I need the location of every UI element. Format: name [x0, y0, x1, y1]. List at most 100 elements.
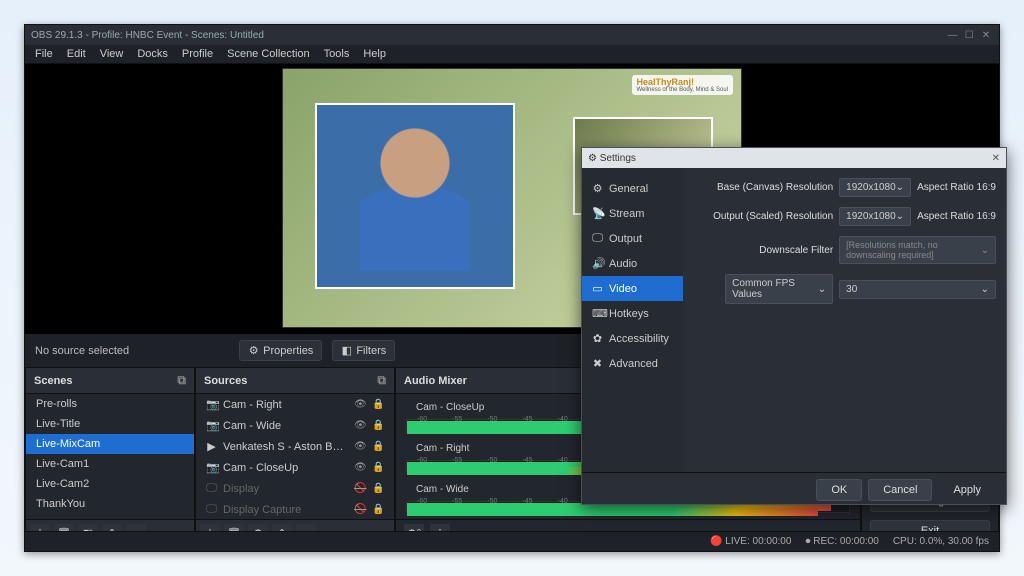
chevron-down-icon: ⌄	[981, 245, 989, 256]
source-type-icon: 🖵	[206, 503, 217, 516]
menu-docks[interactable]: Docks	[137, 48, 168, 60]
fps-value-select[interactable]: 30⌄	[839, 280, 996, 299]
accessibility-icon: ✿	[592, 332, 603, 345]
person-silhouette	[360, 121, 470, 271]
lock-icon[interactable]: 🔒	[372, 420, 384, 431]
filters-icon: ◧	[341, 344, 352, 357]
out-res-select[interactable]: 1920x1080⌄	[839, 207, 911, 226]
window-buttons: — ☐ ✕	[945, 30, 993, 41]
base-res-select[interactable]: 1920x1080⌄	[839, 178, 911, 197]
visibility-icon[interactable]: 🚫	[354, 504, 366, 515]
settings-tab-video[interactable]: ▭Video	[582, 276, 683, 301]
visibility-icon[interactable]: 🚫	[354, 483, 366, 494]
visibility-icon[interactable]: 👁	[354, 399, 366, 410]
settings-footer: OK Cancel Apply	[582, 472, 1006, 506]
source-item[interactable]: ▶Venkatesh S - Aston Ban…👁🔒	[196, 436, 394, 457]
scene-item[interactable]: Live-Cam2	[26, 474, 194, 494]
settings-tab-output[interactable]: 🖵Output	[582, 226, 683, 251]
settings-title: Settings	[600, 153, 636, 164]
base-res-label: Base (Canvas) Resolution	[693, 182, 833, 193]
settings-tab-accessibility[interactable]: ✿Accessibility	[582, 326, 683, 351]
close-icon[interactable]: ✕	[979, 30, 993, 41]
source-type-icon: 🖵	[206, 482, 217, 495]
scene-item[interactable]: Live-MixCam	[26, 434, 194, 454]
chevron-down-icon: ⌄	[896, 211, 904, 222]
scene-item[interactable]: Pre-rolls	[26, 394, 194, 414]
settings-sidebar: ⚙General📡Stream🖵Output🔊Audio▭Video⌨Hotke…	[582, 168, 683, 472]
menubar: File Edit View Docks Profile Scene Colle…	[25, 45, 999, 64]
scene-item[interactable]: Live-Cam1	[26, 454, 194, 474]
minimize-icon[interactable]: —	[945, 30, 959, 41]
source-item[interactable]: 📷Cam - Wide👁🔒	[196, 415, 394, 436]
source-name: Cam - Wide	[223, 420, 348, 432]
settings-tab-hotkeys[interactable]: ⌨Hotkeys	[582, 301, 683, 326]
scene-item[interactable]: ThankYou	[26, 494, 194, 514]
cancel-button[interactable]: Cancel	[868, 479, 932, 501]
popout-icon[interactable]: ⧉	[177, 373, 186, 388]
settings-dialog: ⚙ Settings ✕ ⚙General📡Stream🖵Output🔊Audi…	[581, 147, 1007, 505]
maximize-icon[interactable]: ☐	[962, 30, 976, 41]
scenes-list: Pre-rollsLive-TitleLive-MixCamLive-Cam1L…	[26, 394, 194, 519]
gear-icon: ⚙	[248, 344, 259, 357]
sources-title: Sources	[204, 375, 247, 387]
filters-button[interactable]: ◧Filters	[332, 340, 395, 361]
menu-view[interactable]: View	[100, 48, 124, 60]
source-name: Cam - Right	[223, 399, 348, 411]
menu-help[interactable]: Help	[363, 48, 386, 60]
settings-video-pane: Base (Canvas) Resolution 1920x1080⌄ Aspe…	[683, 168, 1006, 472]
source-item[interactable]: 🖵Display🚫🔒	[196, 478, 394, 499]
no-source-label: No source selected	[35, 345, 129, 357]
video-icon: ▭	[592, 282, 603, 295]
brand-name: HealThyRanj!	[637, 77, 729, 87]
brand-overlay: HealThyRanj! Wellness of the Body, Mind …	[632, 75, 734, 95]
output-icon: 🖵	[592, 232, 603, 245]
source-name: Cam - CloseUp	[223, 462, 348, 474]
general-icon: ⚙	[592, 182, 603, 195]
source-type-icon: 📷	[206, 398, 217, 411]
chevron-down-icon: ⌄	[896, 182, 904, 193]
status-bar: 🔴 LIVE: 00:00:00 ⏺ REC: 00:00:00 CPU: 0.…	[25, 531, 999, 551]
close-icon[interactable]: ✕	[992, 153, 1000, 164]
source-item[interactable]: 📷Cam - CloseUp👁🔒	[196, 457, 394, 478]
out-aspect: Aspect Ratio 16:9	[917, 211, 996, 222]
base-aspect: Aspect Ratio 16:9	[917, 182, 996, 193]
hotkeys-icon: ⌨	[592, 307, 603, 320]
visibility-icon[interactable]: 👁	[354, 420, 366, 431]
properties-button[interactable]: ⚙Properties	[239, 340, 322, 361]
visibility-icon[interactable]: 👁	[354, 441, 366, 452]
settings-tab-stream[interactable]: 📡Stream	[582, 201, 683, 226]
lock-icon[interactable]: 🔒	[372, 399, 384, 410]
menu-tools[interactable]: Tools	[324, 48, 350, 60]
menu-profile[interactable]: Profile	[182, 48, 213, 60]
popout-icon[interactable]: ⧉	[377, 373, 386, 388]
apply-button[interactable]: Apply	[938, 479, 996, 501]
lock-icon[interactable]: 🔒	[372, 462, 384, 473]
filter-label: Downscale Filter	[693, 245, 833, 256]
obs-main-window: OBS 29.1.3 - Profile: HNBC Event - Scene…	[24, 24, 1000, 552]
lock-icon[interactable]: 🔒	[372, 483, 384, 494]
brand-sub: Wellness of the Body, Mind & Soul	[637, 87, 729, 93]
settings-tab-advanced[interactable]: ✖Advanced	[582, 351, 683, 376]
settings-tab-general[interactable]: ⚙General	[582, 176, 683, 201]
menu-file[interactable]: File	[35, 48, 53, 60]
settings-tab-audio[interactable]: 🔊Audio	[582, 251, 683, 276]
visibility-icon[interactable]: 👁	[354, 462, 366, 473]
chevron-down-icon: ⌄	[981, 284, 989, 295]
fps-type-select[interactable]: Common FPS Values⌄	[725, 274, 833, 304]
source-type-icon: ▶	[206, 440, 217, 453]
menu-edit[interactable]: Edit	[67, 48, 86, 60]
menu-scene-collection[interactable]: Scene Collection	[227, 48, 310, 60]
scenes-panel: Scenes⧉ Pre-rollsLive-TitleLive-MixCamLi…	[25, 367, 195, 547]
scene-item[interactable]: Live-Title	[26, 414, 194, 434]
scenes-title: Scenes	[34, 375, 73, 387]
chevron-down-icon: ⌄	[818, 284, 826, 295]
stream-icon: 📡	[592, 207, 603, 220]
audio-icon: 🔊	[592, 257, 603, 270]
source-item[interactable]: 📷 Cam - Right 👁 🔒	[196, 394, 394, 415]
status-live: 🔴 LIVE: 00:00:00	[710, 536, 791, 547]
lock-icon[interactable]: 🔒	[372, 504, 384, 515]
ok-button[interactable]: OK	[816, 479, 862, 501]
sources-panel: Sources⧉ 📷Cam - Right👁🔒📷Cam - Wide👁🔒▶Ven…	[195, 367, 395, 547]
lock-icon[interactable]: 🔒	[372, 441, 384, 452]
source-item[interactable]: 🖵Display Capture🚫🔒	[196, 499, 394, 519]
